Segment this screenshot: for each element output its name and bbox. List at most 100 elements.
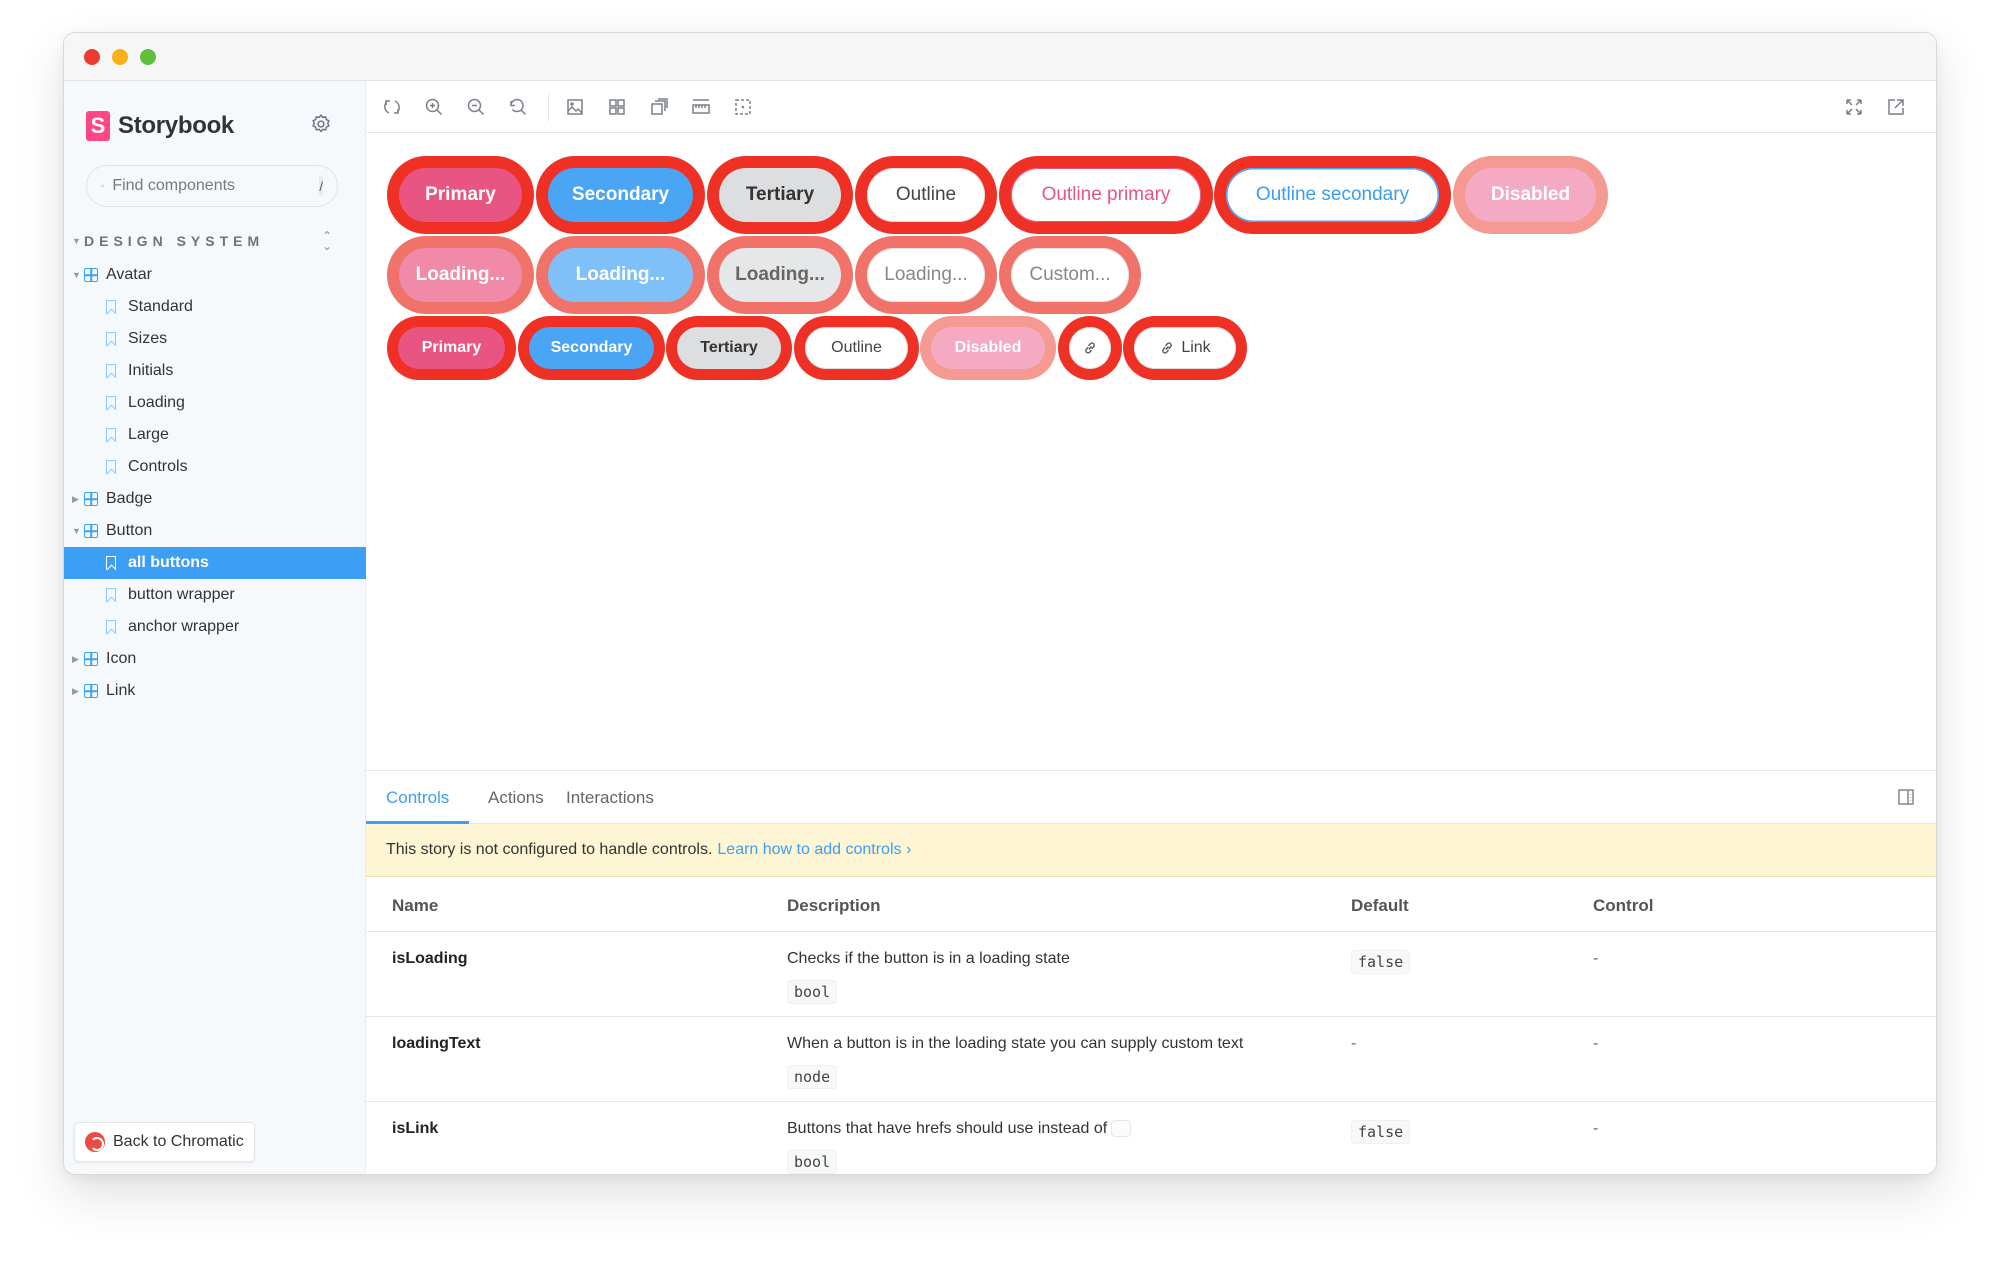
controls-notice: This story is not configured to handle c…: [366, 824, 1936, 877]
tree-item-label: Sizes: [128, 330, 168, 347]
settings-button[interactable]: [308, 111, 334, 137]
tree-story-sizes[interactable]: Sizes: [64, 323, 366, 355]
measure-button[interactable]: [688, 94, 714, 120]
button-primary-wrapper: Primary: [387, 156, 534, 234]
button-loading-primary[interactable]: Loading...: [399, 248, 522, 302]
caret-down-icon: ▼: [72, 236, 81, 246]
button-custom-loading[interactable]: Custom...: [1011, 248, 1129, 302]
tree-story-large[interactable]: Large: [64, 419, 366, 451]
button-loading-outline[interactable]: Loading...: [867, 248, 985, 302]
brand[interactable]: S Storybook: [86, 111, 234, 141]
search-input[interactable]: [112, 177, 320, 195]
prop-control: -: [1593, 950, 1599, 967]
button-icon-link[interactable]: [1069, 327, 1111, 369]
button-small-primary[interactable]: Primary: [398, 327, 505, 369]
table-row: isLink Buttons that have hrefs should us…: [366, 1102, 1936, 1174]
viewport-button[interactable]: [646, 94, 672, 120]
button-loading-secondary-wrapper: Loading...: [536, 236, 705, 314]
zoom-reset-icon: [510, 98, 527, 116]
main-area: Primary Secondary Tertiary Outline Outli…: [366, 81, 1936, 1174]
button-small-outline[interactable]: Outline: [805, 327, 908, 369]
button-link-label: Link: [1181, 339, 1211, 356]
button-loading-outline-wrapper: Loading...: [855, 236, 997, 314]
button-link[interactable]: Link: [1134, 327, 1236, 369]
zoom-out-button[interactable]: [463, 94, 489, 120]
button-small-tertiary[interactable]: Tertiary: [677, 327, 781, 369]
tree-item-label: Icon: [106, 650, 137, 667]
button-icon-link-wrapper: [1058, 316, 1122, 380]
tree-component-button[interactable]: ▼ Button: [64, 515, 366, 547]
zoom-in-button[interactable]: [421, 94, 447, 120]
grid-icon: [609, 99, 625, 115]
panel-orientation-button[interactable]: [1896, 787, 1916, 807]
grid-button[interactable]: [604, 94, 630, 120]
expand-collapse-icon[interactable]: ⌃ ⌄: [322, 230, 332, 252]
button-secondary[interactable]: Secondary: [548, 168, 693, 222]
button-secondary-wrapper: Secondary: [536, 156, 705, 234]
button-outline-wrapper: Outline: [855, 156, 997, 234]
tree-story-initials[interactable]: Initials: [64, 355, 366, 387]
column-header-name: Name: [392, 896, 439, 915]
tree-item-label: button wrapper: [128, 586, 235, 603]
zoom-reset-button[interactable]: [505, 94, 531, 120]
tree-story-loading[interactable]: Loading: [64, 387, 366, 419]
button-small-secondary-wrapper: Secondary: [518, 316, 665, 380]
prop-default: -: [1351, 1035, 1357, 1052]
caret-right-icon: ▶: [72, 685, 79, 696]
button-small-secondary[interactable]: Secondary: [529, 327, 654, 369]
caret-right-icon: ▶: [72, 493, 79, 504]
button-outline[interactable]: Outline: [867, 168, 985, 222]
prop-name: isLoading: [392, 950, 468, 967]
close-window-button[interactable]: [84, 49, 100, 65]
outline-button[interactable]: [730, 94, 756, 120]
tree-story-standard[interactable]: Standard: [64, 291, 366, 323]
prop-default: false: [1351, 950, 1411, 974]
button-loading-tertiary-wrapper: Loading...: [707, 236, 853, 314]
component-icon: [84, 652, 98, 666]
minimize-window-button[interactable]: [112, 49, 128, 65]
tab-interactions[interactable]: Interactions: [546, 771, 674, 824]
tree-component-icon[interactable]: ▶ Icon: [64, 643, 366, 675]
sidebar-layout-icon: [1898, 789, 1914, 805]
remount-button[interactable]: [379, 94, 405, 120]
tab-controls[interactable]: Controls: [366, 771, 470, 825]
tree-item-label: Link: [106, 682, 136, 699]
tree-story-all-buttons[interactable]: all buttons: [64, 547, 366, 579]
open-new-tab-icon: [1888, 99, 1904, 115]
button-loading-secondary[interactable]: Loading...: [548, 248, 693, 302]
bookmark-icon: [106, 620, 116, 634]
open-new-tab-button[interactable]: [1883, 94, 1909, 120]
tree-story-anchor-wrapper[interactable]: anchor wrapper: [64, 611, 366, 643]
table-row: loadingText When a button is in the load…: [366, 1017, 1936, 1102]
tree-story-controls[interactable]: Controls: [64, 451, 366, 483]
button-custom-loading-wrapper: Custom...: [999, 236, 1141, 314]
image-icon: [567, 99, 583, 115]
button-primary[interactable]: Primary: [399, 168, 522, 222]
tree-item-label: Large: [128, 426, 169, 443]
tree-story-button-wrapper[interactable]: button wrapper: [64, 579, 366, 611]
button-outline-secondary-wrapper: Outline secondary: [1214, 156, 1451, 234]
maximize-window-button[interactable]: [140, 49, 156, 65]
caret-down-icon: ▼: [72, 526, 81, 536]
button-tertiary[interactable]: Tertiary: [719, 168, 841, 222]
background-button[interactable]: [562, 94, 588, 120]
search-box[interactable]: /: [86, 165, 338, 207]
component-icon: [84, 268, 98, 282]
back-to-chromatic-button[interactable]: Back to Chromatic: [74, 1122, 255, 1162]
tree-component-badge[interactable]: ▶ Badge: [64, 483, 366, 515]
prop-control: -: [1593, 1120, 1599, 1137]
chromatic-logo-icon: [85, 1132, 105, 1152]
button-outline-primary[interactable]: Outline primary: [1011, 168, 1201, 222]
fullscreen-button[interactable]: [1841, 94, 1867, 120]
tree-component-avatar[interactable]: ▼ Avatar: [64, 259, 366, 291]
button-outline-secondary[interactable]: Outline secondary: [1226, 168, 1439, 222]
button-loading-tertiary[interactable]: Loading...: [719, 248, 841, 302]
tree-component-link[interactable]: ▶ Link: [64, 675, 366, 707]
viewport-icon: [651, 98, 668, 115]
bookmark-icon: [106, 300, 116, 314]
fullscreen-icon: [1846, 99, 1862, 115]
button-small-disabled: Disabled: [931, 327, 1045, 369]
learn-controls-link[interactable]: Learn how to add controls ›: [717, 841, 911, 859]
section-header[interactable]: ▼ DESIGN SYSTEM ⌃ ⌄: [72, 230, 352, 252]
bookmark-icon: [106, 428, 116, 442]
